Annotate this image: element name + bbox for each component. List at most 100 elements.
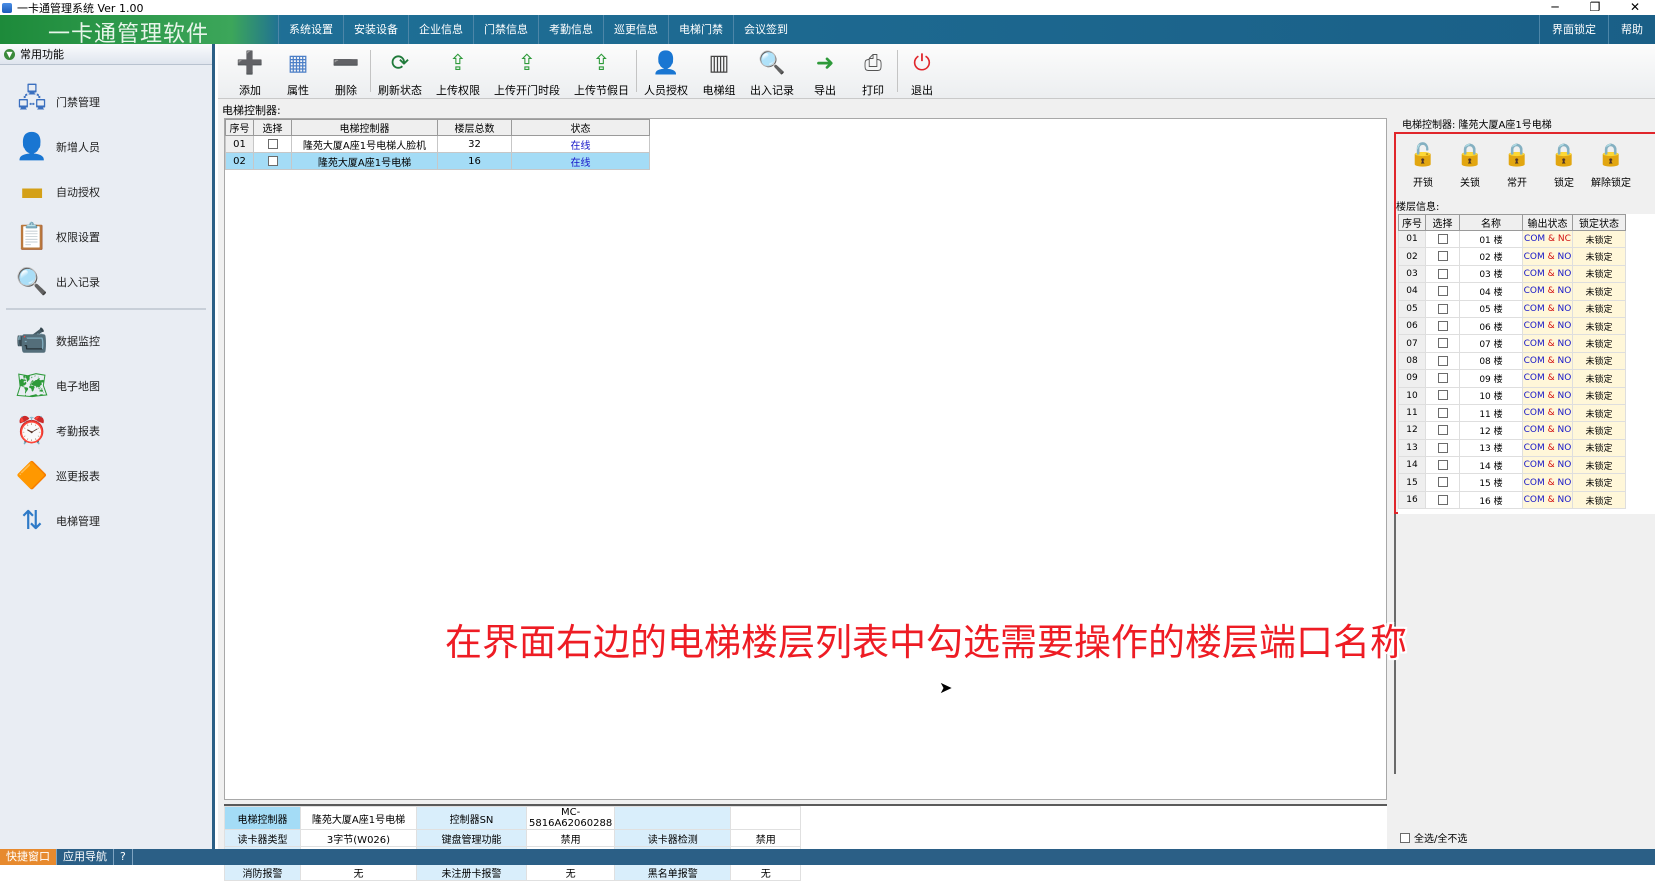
table-row[interactable]: 02 隆苑大厦A座1号电梯 16 在线 (225, 152, 650, 170)
row-number: 05 (1398, 299, 1426, 318)
floor-checkbox[interactable] (1437, 477, 1448, 488)
menu-item-7[interactable]: 会议签到 (733, 15, 798, 44)
floor-checkbox[interactable] (1437, 320, 1448, 331)
tab-shortcut-window[interactable]: 快捷窗口 (0, 849, 57, 865)
column-header[interactable]: 楼层总数 (437, 119, 512, 136)
toolbar-button-label: 上传权限 (436, 84, 480, 97)
exit-button[interactable]: ⏻ 退出 (898, 44, 946, 98)
menu-item-5[interactable]: 巡更信息 (603, 15, 668, 44)
print-button[interactable]: ⎙ 打印 (849, 44, 897, 98)
sidebar-item-patrol[interactable]: 🔶 巡更报表 (0, 453, 212, 498)
sidebar-header[interactable]: ▼ 常用功能 (0, 44, 212, 65)
column-header[interactable]: 名称 (1459, 214, 1523, 231)
floor-checkbox[interactable] (1437, 355, 1448, 366)
restore-button[interactable]: ❐ (1575, 0, 1615, 14)
sidebar-item-card-auth[interactable]: ▬ 自动授权 (0, 169, 212, 214)
floor-checkbox[interactable] (1437, 407, 1448, 418)
column-header[interactable]: 状态 (511, 119, 650, 136)
floor-row[interactable]: 13 13 楼 COM & NO 未锁定 (1398, 438, 1626, 458)
sidebar-item-door-control[interactable]: 🖧 门禁管理 (0, 79, 212, 124)
help-button[interactable]: 帮助 (1608, 15, 1655, 44)
refresh-button[interactable]: ⟳ 刷新状态 (371, 44, 429, 98)
lock-button-1[interactable]: 🔒 关锁 (1447, 140, 1493, 190)
floor-row[interactable]: 02 02 楼 COM & NO 未锁定 (1398, 247, 1626, 266)
sidebar: ▼ 常用功能 🖧 门禁管理 👤 新增人员 ▬ 自动授权 📋 权限设置 🔍 出入记录 📹 数据监控 🗺 电… (0, 44, 215, 849)
column-header[interactable]: 电梯控制器 (291, 119, 438, 136)
sidebar-item-magnifier[interactable]: 🔍 出入记录 (0, 259, 212, 304)
floor-row[interactable]: 08 08 楼 COM & NO 未锁定 (1398, 351, 1626, 371)
floor-checkbox[interactable] (1437, 303, 1448, 314)
lock-button-3[interactable]: 🔒 锁定 (1541, 140, 1587, 190)
app-icon (2, 2, 12, 13)
sidebar-item-person-add[interactable]: 👤 新增人员 (0, 124, 212, 169)
row-checkbox[interactable] (267, 138, 278, 149)
minimize-button[interactable]: ─ (1535, 0, 1575, 14)
upload-timeslot-button[interactable]: ⇪ 上传开门时段 (487, 44, 567, 98)
tab-app-navigation[interactable]: 应用导航 (57, 849, 114, 865)
menu-item-0[interactable]: 系统设置 (278, 15, 343, 44)
floor-checkbox[interactable] (1437, 233, 1448, 244)
column-header[interactable]: 输出状态 (1522, 214, 1573, 231)
menu-item-4[interactable]: 考勤信息 (538, 15, 603, 44)
sidebar-item-permission[interactable]: 📋 权限设置 (0, 214, 212, 259)
column-header[interactable]: 选择 (1425, 214, 1460, 231)
table-row[interactable]: 01 隆苑大厦A座1号电梯人脸机 32 在线 (225, 135, 650, 153)
access-record-button[interactable]: 🔍 出入记录 (743, 44, 801, 98)
floor-row[interactable]: 01 01 楼 COM & NC 未锁定 (1398, 229, 1626, 249)
upload-holiday-button[interactable]: ⇪ 上传节假日 (567, 44, 636, 98)
menu-item-3[interactable]: 门禁信息 (473, 15, 538, 44)
sidebar-item-map[interactable]: 🗺 电子地图 (0, 363, 212, 408)
floor-checkbox[interactable] (1437, 338, 1448, 349)
floor-row[interactable]: 09 09 楼 COM & NO 未锁定 (1398, 369, 1626, 388)
sidebar-item-clock[interactable]: ⏰ 考勤报表 (0, 408, 212, 453)
column-header[interactable]: 序号 (1398, 214, 1426, 231)
floor-checkbox[interactable] (1437, 251, 1448, 262)
lock-button-4[interactable]: 🔒 解除锁定 (1588, 140, 1634, 190)
selected-controller-title: 电梯控制器: 隆苑大厦A座1号电梯 (1402, 120, 1552, 131)
floor-row[interactable]: 07 07 楼 COM & NO 未锁定 (1398, 334, 1626, 353)
floor-checkbox[interactable] (1437, 494, 1448, 505)
row-number: 16 (1398, 490, 1426, 510)
properties-button[interactable]: ▦ 属性 (274, 44, 322, 98)
row-checkbox[interactable] (267, 155, 278, 166)
floor-row[interactable]: 14 14 楼 COM & NO 未锁定 (1398, 456, 1626, 475)
menu-item-1[interactable]: 安装设备 (343, 15, 408, 44)
floor-row[interactable]: 10 10 楼 COM & NO 未锁定 (1398, 386, 1626, 405)
floor-row[interactable]: 05 05 楼 COM & NO 未锁定 (1398, 299, 1626, 318)
floor-name: 10 楼 (1459, 386, 1523, 405)
floor-checkbox[interactable] (1437, 425, 1448, 436)
delete-button[interactable]: ➖ 删除 (322, 44, 370, 98)
column-header[interactable]: 选择 (253, 119, 292, 136)
floor-row[interactable]: 11 11 楼 COM & NO 未锁定 (1398, 403, 1626, 423)
floor-checkbox[interactable] (1437, 442, 1448, 453)
upload-permission-button[interactable]: ⇪ 上传权限 (429, 44, 487, 98)
menu-item-2[interactable]: 企业信息 (408, 15, 473, 44)
lock-button-0[interactable]: 🔓 开锁 (1400, 140, 1446, 190)
close-button[interactable]: ✕ (1615, 0, 1655, 14)
help-icon[interactable]: ? (114, 849, 133, 865)
lock-screen-button[interactable]: 界面锁定 (1539, 15, 1608, 44)
floor-checkbox[interactable] (1437, 460, 1448, 471)
add-button[interactable]: ➕ 添加 (226, 44, 274, 98)
sidebar-item-elevator[interactable]: ⇅ 电梯管理 (0, 498, 212, 543)
sidebar-item-camera[interactable]: 📹 数据监控 (0, 318, 212, 363)
export-button[interactable]: ➜ 导出 (801, 44, 849, 98)
column-header[interactable]: 锁定状态 (1572, 214, 1626, 231)
floor-row[interactable]: 16 16 楼 COM & NO 未锁定 (1398, 490, 1626, 510)
select-all-toggle[interactable]: 全选/全不选 (1400, 830, 1467, 845)
floor-checkbox[interactable] (1437, 286, 1448, 297)
floor-row[interactable]: 03 03 楼 COM & NO 未锁定 (1398, 264, 1626, 284)
menu-item-6[interactable]: 电梯门禁 (668, 15, 733, 44)
floor-row[interactable]: 06 06 楼 COM & NO 未锁定 (1398, 316, 1626, 336)
column-header[interactable]: 序号 (225, 119, 254, 136)
floor-checkbox[interactable] (1437, 373, 1448, 384)
floor-row[interactable]: 04 04 楼 COM & NO 未锁定 (1398, 282, 1626, 301)
select-all-checkbox[interactable] (1400, 832, 1410, 843)
lock-button-2[interactable]: 🔒 常开 (1494, 140, 1540, 190)
floor-checkbox[interactable] (1437, 268, 1448, 279)
floor-row[interactable]: 15 15 楼 COM & NO 未锁定 (1398, 473, 1626, 492)
elevator-group-button[interactable]: ▥ 电梯组 (695, 44, 743, 98)
person-auth-button[interactable]: 👤 人员授权 (637, 44, 695, 98)
floor-row[interactable]: 12 12 楼 COM & NO 未锁定 (1398, 421, 1626, 440)
floor-checkbox[interactable] (1437, 390, 1448, 401)
